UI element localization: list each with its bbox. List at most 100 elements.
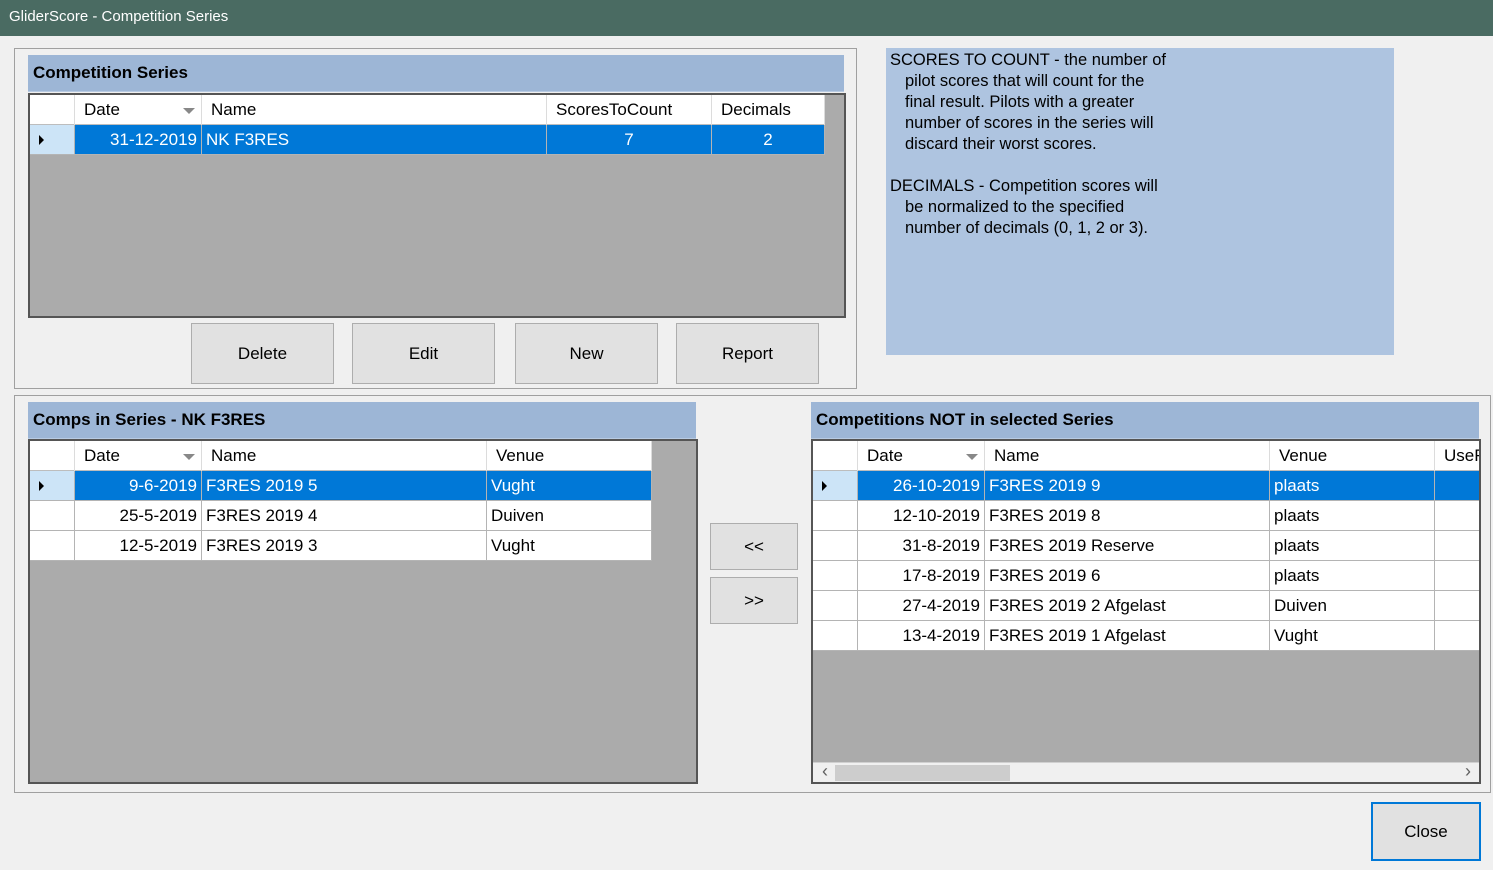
comps-not-rowheader-corner — [813, 441, 858, 471]
cell-use[interactable] — [1435, 561, 1479, 591]
comps-in-series-grid[interactable]: Date Name Venue 9-6-2019 F3RES 2019 5 Vu… — [28, 439, 698, 784]
report-button[interactable]: Report — [676, 323, 819, 384]
window-title: GliderScore - Competition Series — [0, 0, 1493, 36]
cell-date[interactable]: 12-5-2019 — [75, 531, 202, 561]
cell-scores-to-count[interactable]: 7 — [547, 125, 712, 155]
cell-date[interactable]: 27-4-2019 — [858, 591, 985, 621]
current-row-arrow-icon — [39, 481, 44, 491]
row-selector[interactable] — [30, 471, 75, 501]
close-button[interactable]: Close — [1371, 802, 1481, 861]
comps-not-in-series-grid-header: Date Name Venue UseF — [813, 441, 1479, 471]
cell-venue[interactable]: Duiven — [1270, 591, 1435, 621]
col-header-name[interactable]: Name — [202, 95, 547, 125]
cell-name[interactable]: F3RES 2019 8 — [985, 501, 1270, 531]
cell-venue[interactable]: plaats — [1270, 501, 1435, 531]
new-button[interactable]: New — [515, 323, 658, 384]
info-line: number of decimals (0, 1, 2 or 3). — [905, 219, 1149, 237]
series-panel-header: Competition Series — [28, 55, 844, 92]
info-line: number of scores in the series will — [905, 114, 1154, 132]
scroll-right-arrow-icon[interactable]: › — [1459, 760, 1477, 781]
cell-date[interactable]: 17-8-2019 — [858, 561, 985, 591]
row-selector[interactable] — [813, 591, 858, 621]
col-header-date[interactable]: Date — [75, 441, 202, 471]
table-row[interactable]: 12-10-2019 F3RES 2019 8 plaats — [813, 501, 1479, 531]
cell-use[interactable] — [1435, 471, 1479, 501]
table-row[interactable]: 9-6-2019 F3RES 2019 5 Vught — [30, 471, 652, 501]
comps-not-in-series-grid[interactable]: Date Name Venue UseF 26-10-2019 F3RES 20… — [811, 439, 1481, 784]
cell-date[interactable]: 13-4-2019 — [858, 621, 985, 651]
series-grid-header: Date Name ScoresToCount Decimals — [30, 95, 825, 125]
row-selector[interactable] — [30, 501, 75, 531]
cell-venue[interactable]: Vught — [487, 531, 652, 561]
info-line: SCORES TO COUNT - the number of — [890, 51, 1167, 69]
cell-date[interactable]: 26-10-2019 — [858, 471, 985, 501]
scroll-left-arrow-icon[interactable]: ‹ — [816, 760, 834, 781]
help-info-box: SCORES TO COUNT - the number of pilot sc… — [886, 48, 1394, 355]
cell-venue[interactable]: Vught — [1270, 621, 1435, 651]
cell-name[interactable]: F3RES 2019 6 — [985, 561, 1270, 591]
cell-venue[interactable]: plaats — [1270, 561, 1435, 591]
edit-button[interactable]: Edit — [352, 323, 495, 384]
col-header-scores-to-count[interactable]: ScoresToCount — [547, 95, 712, 125]
cell-date[interactable]: 25-5-2019 — [75, 501, 202, 531]
current-row-arrow-icon — [39, 135, 44, 145]
row-selector[interactable] — [813, 561, 858, 591]
cell-use[interactable] — [1435, 591, 1479, 621]
info-spacer — [890, 155, 1390, 176]
cell-date[interactable]: 9-6-2019 — [75, 471, 202, 501]
info-line: discard their worst scores. — [905, 135, 1097, 153]
cell-venue[interactable]: Vught — [487, 471, 652, 501]
row-selector[interactable] — [813, 531, 858, 561]
row-selector[interactable] — [813, 471, 858, 501]
cell-name[interactable]: NK F3RES — [202, 125, 547, 155]
cell-use[interactable] — [1435, 501, 1479, 531]
table-row[interactable]: 12-5-2019 F3RES 2019 3 Vught — [30, 531, 652, 561]
cell-name[interactable]: F3RES 2019 5 — [202, 471, 487, 501]
cell-date[interactable]: 12-10-2019 — [858, 501, 985, 531]
series-grid-rowheader-corner — [30, 95, 75, 125]
col-header-venue[interactable]: Venue — [1270, 441, 1435, 471]
row-selector[interactable] — [30, 125, 75, 155]
cell-name[interactable]: F3RES 2019 4 — [202, 501, 487, 531]
col-header-name[interactable]: Name — [202, 441, 487, 471]
remove-from-series-button[interactable]: >> — [710, 577, 798, 624]
table-row[interactable]: 26-10-2019 F3RES 2019 9 plaats — [813, 471, 1479, 501]
cell-name[interactable]: F3RES 2019 3 — [202, 531, 487, 561]
col-header-use[interactable]: UseF — [1435, 441, 1479, 471]
col-header-date[interactable]: Date — [858, 441, 985, 471]
row-selector[interactable] — [813, 501, 858, 531]
cell-use[interactable] — [1435, 621, 1479, 651]
cell-name[interactable]: F3RES 2019 Reserve — [985, 531, 1270, 561]
series-grid[interactable]: Date Name ScoresToCount Decimals 31-12-2… — [28, 93, 846, 318]
row-selector[interactable] — [813, 621, 858, 651]
col-header-date[interactable]: Date — [75, 95, 202, 125]
cell-venue[interactable]: plaats — [1270, 471, 1435, 501]
col-header-name[interactable]: Name — [985, 441, 1270, 471]
table-row[interactable]: 27-4-2019 F3RES 2019 2 Afgelast Duiven — [813, 591, 1479, 621]
horizontal-scrollbar[interactable]: ‹ › — [813, 760, 1479, 782]
cell-decimals[interactable]: 2 — [712, 125, 825, 155]
cell-name[interactable]: F3RES 2019 2 Afgelast — [985, 591, 1270, 621]
table-row[interactable]: 31-8-2019 F3RES 2019 Reserve plaats — [813, 531, 1479, 561]
cell-venue[interactable]: plaats — [1270, 531, 1435, 561]
info-line: be normalized to the specified — [905, 198, 1125, 216]
delete-button[interactable]: Delete — [191, 323, 334, 384]
comps-in-series-grid-header: Date Name Venue — [30, 441, 652, 471]
row-selector[interactable] — [30, 531, 75, 561]
cell-venue[interactable]: Duiven — [487, 501, 652, 531]
table-row[interactable]: 31-12-2019 NK F3RES 7 2 — [30, 125, 825, 155]
info-line: final result. Pilots with a greater — [905, 93, 1135, 111]
cell-date[interactable]: 31-8-2019 — [858, 531, 985, 561]
table-row[interactable]: 25-5-2019 F3RES 2019 4 Duiven — [30, 501, 652, 531]
cell-date[interactable]: 31-12-2019 — [75, 125, 202, 155]
cell-use[interactable] — [1435, 531, 1479, 561]
cell-name[interactable]: F3RES 2019 1 Afgelast — [985, 621, 1270, 651]
comps-not-in-series-header: Competitions NOT in selected Series — [811, 402, 1479, 439]
col-header-venue[interactable]: Venue — [487, 441, 652, 471]
scrollbar-thumb[interactable] — [835, 765, 1010, 781]
add-to-series-button[interactable]: << — [710, 523, 798, 570]
col-header-decimals[interactable]: Decimals — [712, 95, 825, 125]
table-row[interactable]: 17-8-2019 F3RES 2019 6 plaats — [813, 561, 1479, 591]
table-row[interactable]: 13-4-2019 F3RES 2019 1 Afgelast Vught — [813, 621, 1479, 651]
cell-name[interactable]: F3RES 2019 9 — [985, 471, 1270, 501]
